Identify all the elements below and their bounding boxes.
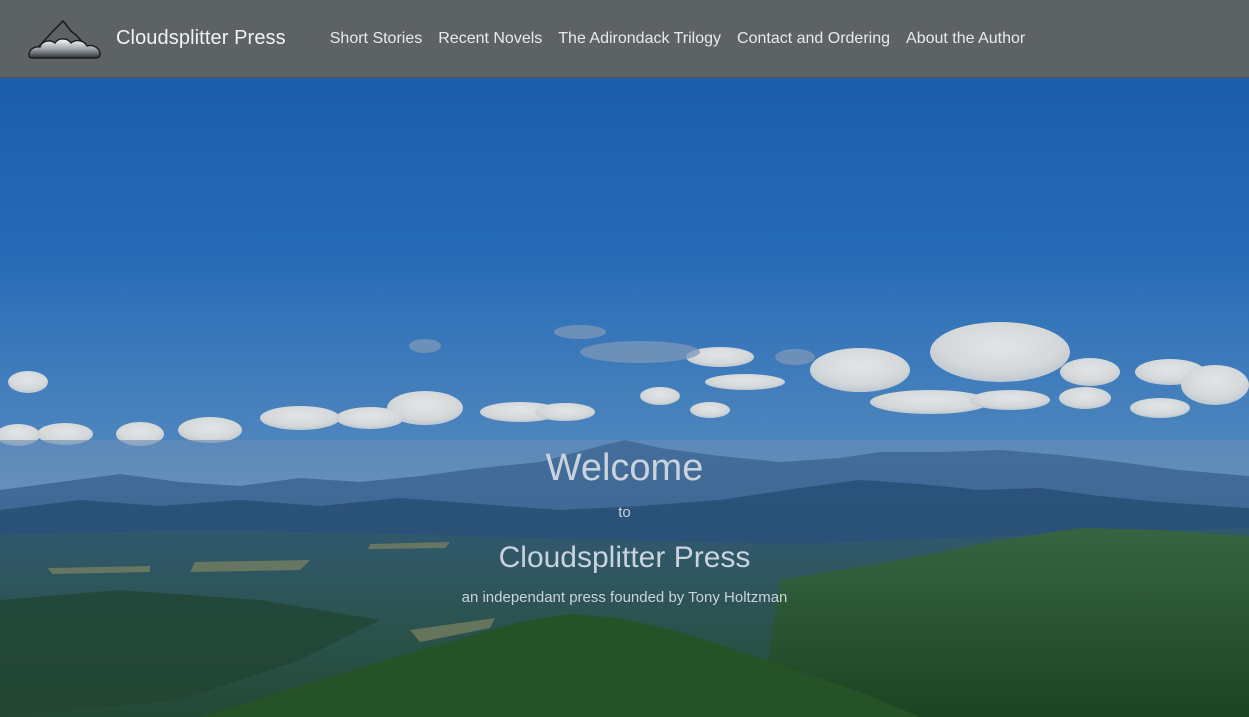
nav-link-adirondack-trilogy[interactable]: The Adirondack Trilogy: [550, 30, 729, 48]
page: Cloudsplitter Press Short Stories Recent…: [0, 0, 1249, 717]
nav-link-short-stories[interactable]: Short Stories: [322, 30, 430, 48]
brand-link[interactable]: Cloudsplitter Press: [27, 0, 286, 77]
nav-link-contact-ordering[interactable]: Contact and Ordering: [729, 30, 898, 48]
nav-link-recent-novels[interactable]: Recent Novels: [430, 30, 550, 48]
hero-welcome-heading: Welcome: [545, 447, 704, 489]
hero-press-title: Cloudsplitter Press: [498, 541, 751, 574]
top-navbar: Cloudsplitter Press Short Stories Recent…: [0, 0, 1249, 78]
hero-subtitle: an independant press founded by Tony Hol…: [461, 589, 788, 606]
mountain-cloud-icon: [28, 19, 101, 59]
hero-to-text: to: [618, 504, 631, 521]
landscape-image: [0, 0, 1249, 717]
hero-background: [0, 0, 1249, 717]
nav-links: Short Stories Recent Novels The Adironda…: [322, 0, 1033, 77]
brand-name: Cloudsplitter Press: [116, 27, 286, 49]
nav-link-about-author[interactable]: About the Author: [898, 30, 1033, 48]
